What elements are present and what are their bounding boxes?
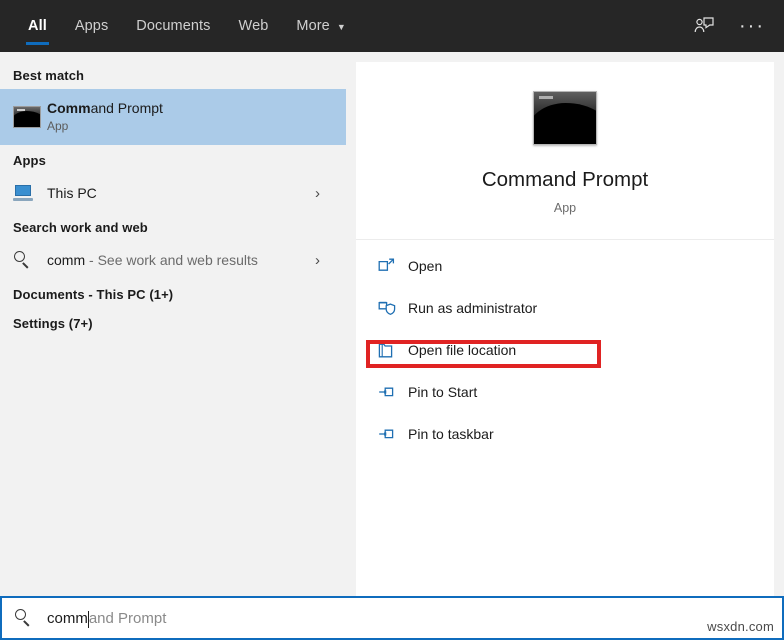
tab-more-label: More [296, 18, 330, 34]
result-item-title-match: Comm [47, 100, 91, 116]
preview-card: Command Prompt App Open Run as administr… [356, 62, 774, 596]
section-heading-search-work-and-web: Search work and web [13, 220, 148, 235]
action-spacer [356, 366, 774, 376]
preview-header: Command Prompt App [356, 62, 774, 240]
tab-more[interactable]: More ▼ [282, 0, 359, 52]
this-pc-icon [13, 184, 47, 202]
web-search-label: comm - See work and web results [47, 252, 315, 268]
shield-admin-icon [378, 300, 408, 317]
pin-icon [378, 385, 408, 399]
windows-search-panel: All Apps Documents Web More ▼ ··· Best m… [0, 0, 784, 640]
tab-apps-label: Apps [74, 18, 109, 34]
topbar-actions: ··· [688, 0, 784, 52]
ellipsis-glyph: ··· [739, 15, 765, 37]
action-pin-to-taskbar-label: Pin to taskbar [408, 426, 494, 442]
action-pin-to-start-label: Pin to Start [408, 384, 478, 400]
search-input[interactable]: comm and Prompt [47, 609, 167, 628]
tab-list: All Apps Documents Web More ▼ [0, 0, 360, 52]
tab-all[interactable]: All [14, 0, 61, 52]
chevron-right-icon[interactable]: › [315, 185, 340, 202]
action-run-as-administrator-label: Run as administrator [408, 300, 538, 316]
result-item-this-pc[interactable]: This PC › [0, 174, 346, 212]
preview-app-subtitle: App [553, 201, 577, 215]
tab-active-underline [26, 42, 49, 45]
action-pin-to-start[interactable]: Pin to Start [356, 376, 774, 408]
search-input-typed-text: comm [47, 609, 88, 627]
search-input-suggestion: and Prompt [88, 609, 167, 627]
result-item-title: This PC [47, 184, 97, 201]
result-item-text: Command Prompt App [47, 100, 340, 134]
action-open[interactable]: Open [356, 250, 774, 282]
web-search-suffix: - See work and web results [85, 252, 258, 268]
search-icon [13, 251, 47, 269]
search-filter-tabbar: All Apps Documents Web More ▼ ··· [0, 0, 784, 52]
result-item-title-rest: and Prompt [90, 100, 163, 116]
chevron-right-icon[interactable]: › [315, 252, 340, 269]
action-open-file-location-label: Open file location [408, 342, 517, 358]
text-cursor [87, 610, 89, 628]
section-heading-settings[interactable]: Settings (7+) [0, 308, 346, 337]
action-spacer [356, 408, 774, 418]
section-heading-apps: Apps [13, 153, 46, 168]
web-search-query: comm [47, 252, 86, 268]
feedback-person-icon[interactable] [688, 10, 720, 42]
action-pin-to-taskbar[interactable]: Pin to taskbar [356, 418, 774, 450]
action-open-label: Open [408, 258, 443, 274]
ellipsis-icon[interactable]: ··· [736, 10, 768, 42]
section-heading-best-match: Best match [13, 68, 85, 83]
section-heading-documents[interactable]: Documents - This PC (1+) [0, 279, 346, 308]
result-item-title: Command Prompt [47, 100, 340, 117]
result-item-web-search[interactable]: comm - See work and web results › [0, 241, 346, 279]
tab-documents[interactable]: Documents [122, 0, 224, 52]
tab-documents-label: Documents [136, 18, 211, 34]
result-item-subtitle: App [47, 119, 69, 133]
open-external-icon [378, 258, 408, 274]
site-watermark: wsxdn.com [707, 619, 774, 634]
result-item-text: comm - See work and web results [47, 252, 315, 268]
result-item-text: This PC [47, 185, 315, 202]
action-open-file-location[interactable]: Open file location [356, 334, 774, 366]
action-run-as-administrator[interactable]: Run as administrator [356, 292, 774, 324]
command-prompt-icon [13, 106, 47, 128]
tab-web[interactable]: Web [225, 0, 283, 52]
preview-pane: Command Prompt App Open Run as administr… [346, 52, 784, 596]
folder-icon [378, 342, 408, 359]
tab-all-label: All [28, 18, 47, 34]
action-spacer [356, 324, 774, 334]
tab-web-label: Web [238, 18, 269, 34]
results-column: Best match Command Prompt App Apps This … [0, 52, 346, 596]
chevron-down-icon: ▼ [336, 21, 346, 32]
search-results-area: Best match Command Prompt App Apps This … [0, 52, 784, 596]
action-spacer [356, 282, 774, 292]
preview-app-title: Command Prompt [481, 168, 649, 191]
tab-apps[interactable]: Apps [61, 0, 122, 52]
search-icon [14, 609, 32, 627]
search-input-bar[interactable]: comm and Prompt wsxdn.com [0, 596, 784, 640]
result-item-command-prompt[interactable]: Command Prompt App [0, 89, 346, 145]
command-prompt-icon-large [533, 91, 597, 145]
preview-actions-list: Open Run as administrator Open file loca… [356, 240, 774, 450]
pin-icon [378, 427, 408, 441]
